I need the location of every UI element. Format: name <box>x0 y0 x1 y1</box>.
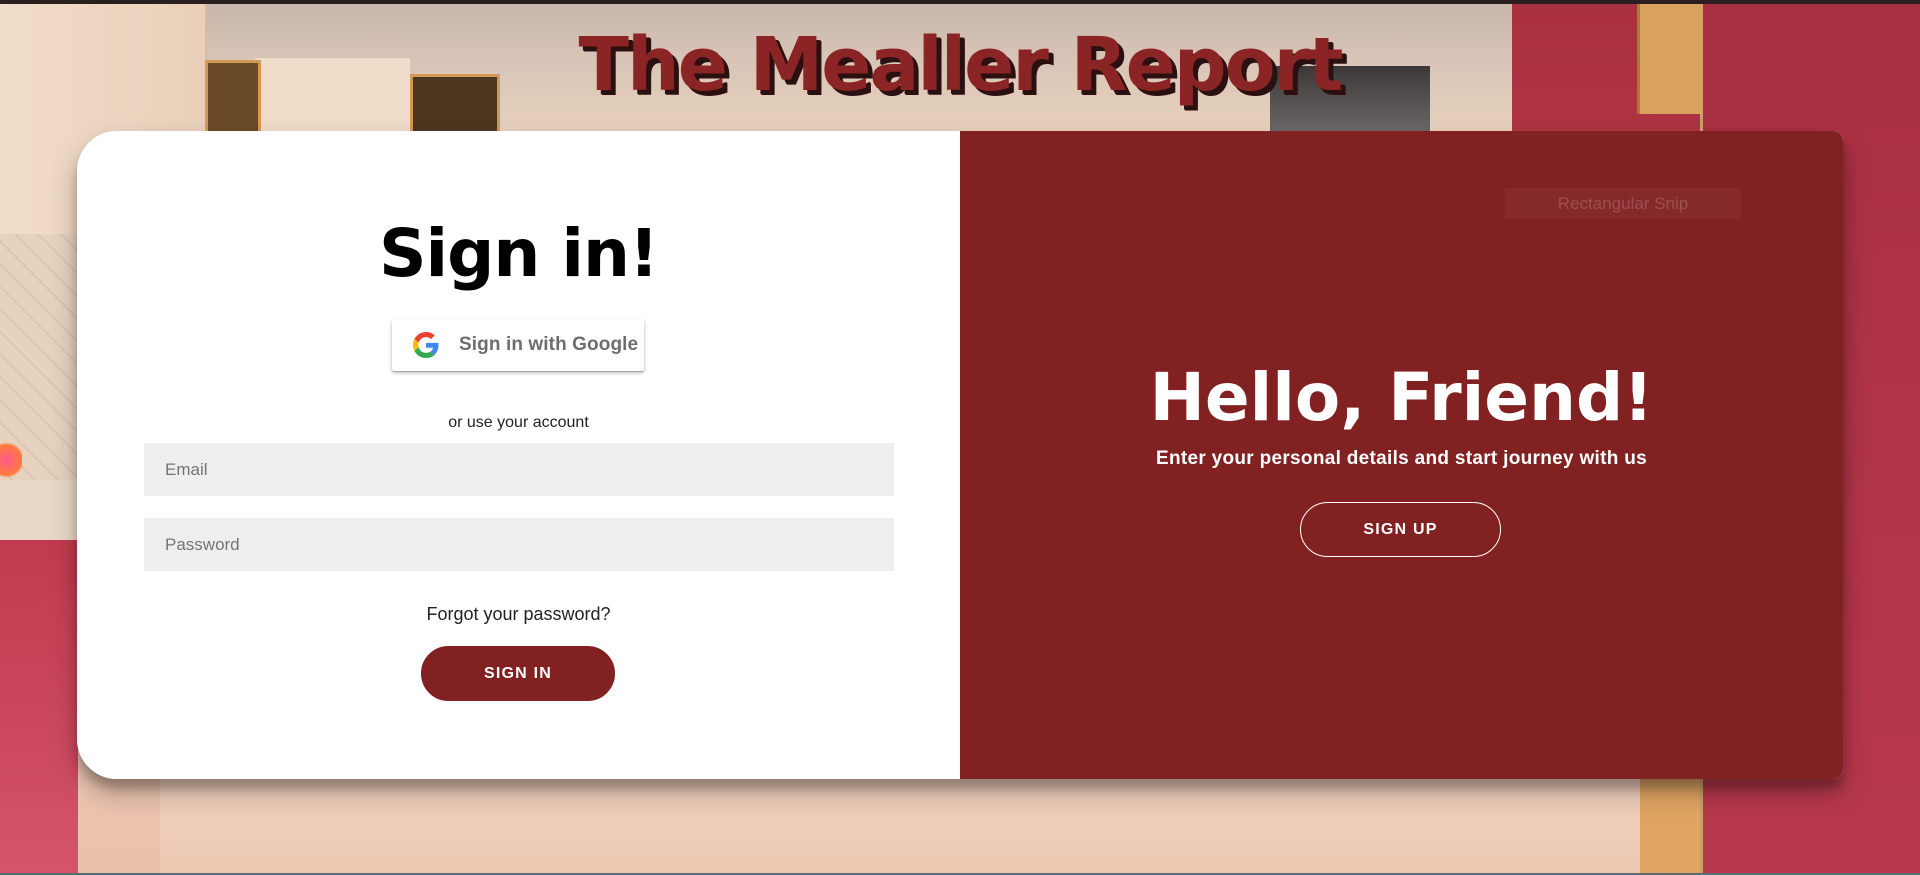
divider-text: or use your account <box>448 414 589 431</box>
hello-heading: Hello, Friend! <box>1149 359 1654 436</box>
sign-up-button[interactable]: SIGN UP <box>1300 502 1501 557</box>
site-title: The Mealler Report <box>578 22 1344 108</box>
password-field[interactable] <box>144 518 894 571</box>
google-icon <box>413 332 439 358</box>
sign-up-panel: Rectangular Snip Hello, Friend! Enter yo… <box>960 131 1843 779</box>
hello-subtext: Enter your personal details and start jo… <box>1155 448 1647 469</box>
sign-in-button[interactable]: SIGN IN <box>421 646 615 701</box>
email-field[interactable] <box>144 443 894 496</box>
auth-card: Sign in! Sign in with Google or use your… <box>77 131 1843 779</box>
rectangular-snip-overlay: Rectangular Snip <box>1505 188 1741 219</box>
sign-in-panel: Sign in! Sign in with Google or use your… <box>77 131 960 779</box>
google-sign-in-button[interactable]: Sign in with Google <box>392 319 644 371</box>
google-button-label: Sign in with Google <box>459 334 639 355</box>
sign-in-heading: Sign in! <box>378 215 659 292</box>
forgot-password-link[interactable]: Forgot your password? <box>77 604 960 625</box>
